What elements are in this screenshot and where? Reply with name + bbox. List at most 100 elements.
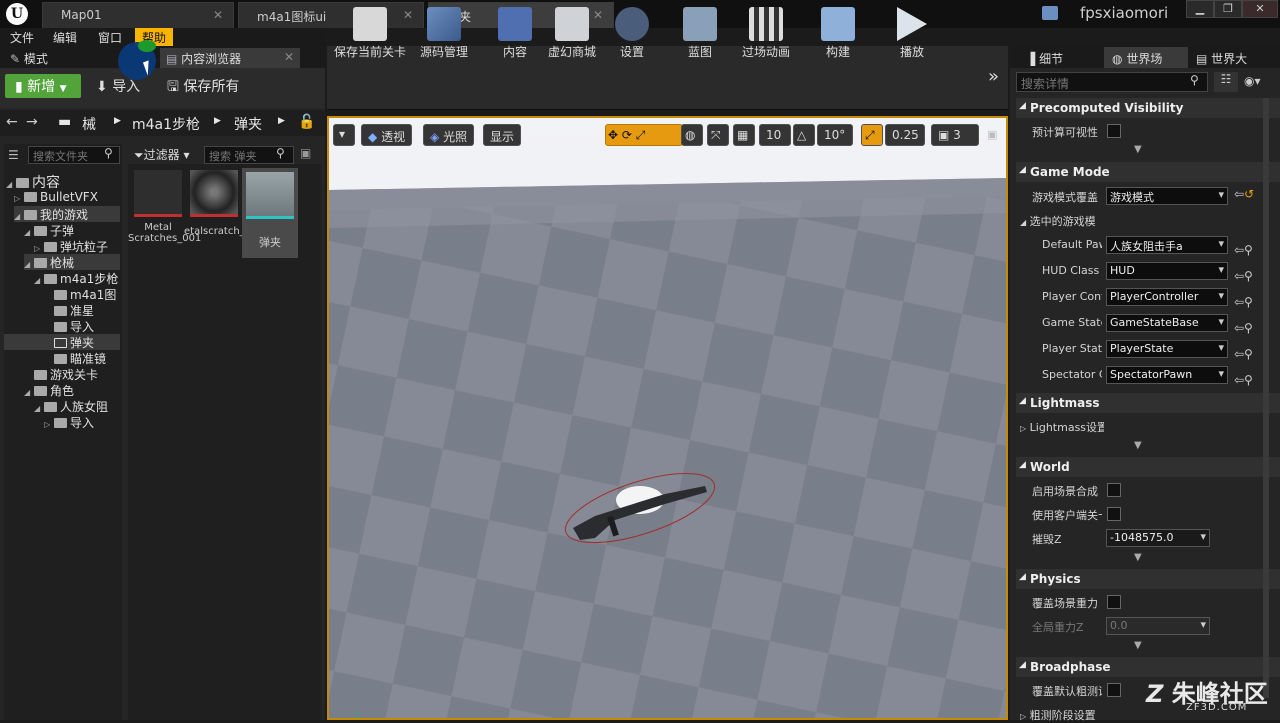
precomputed-vis-checkbox[interactable] (1107, 124, 1121, 138)
play-button[interactable]: 播放 (892, 4, 932, 62)
filters-button[interactable]: ⏷过滤器 ▾ (134, 146, 200, 164)
menu-edit[interactable]: 编辑 (46, 28, 84, 46)
grid-size-value[interactable]: 10 (759, 124, 791, 146)
close-window-icon[interactable]: ✕ (1242, 0, 1278, 18)
tree-node[interactable]: ▷ BulletVFX (14, 190, 98, 206)
asset-tile[interactable]: etalscratch_002 (184, 168, 264, 252)
breadcrumb-item[interactable]: 弹夹 (234, 114, 262, 134)
source-control-button[interactable]: 源码管理 (412, 4, 476, 62)
tree-node[interactable]: 瞄准镜 (44, 350, 106, 366)
save-search-icon[interactable]: ▣ (300, 146, 311, 160)
game-state-dropdown[interactable]: GameStateBase (1106, 314, 1228, 332)
tree-node[interactable]: ▷ 弹坑粒子 (34, 238, 108, 254)
eye-icon[interactable]: ◉▾ (1244, 74, 1261, 88)
asset-tile-selected[interactable]: 弹夹 (242, 168, 298, 258)
tree-node[interactable]: 游戏关卡 (24, 366, 98, 382)
tab-world-outliner[interactable]: ▤ 世界大 (1196, 50, 1247, 67)
rotation-snap-icon[interactable]: △ (793, 124, 815, 146)
scale-snap-icon[interactable]: ⤢ (861, 124, 883, 146)
tree-node[interactable]: ◢ 子弹 (24, 222, 74, 238)
forward-icon[interactable]: → (26, 114, 38, 130)
breadcrumb-item[interactable]: 械 (82, 114, 96, 134)
perspective-button[interactable]: ◆ 透视 (361, 124, 413, 146)
back-icon[interactable]: ← (6, 114, 18, 130)
tab-content-browser[interactable]: ▤ 内容浏览器 ✕ (160, 48, 300, 68)
surface-snap-icon[interactable]: ⤧ (707, 124, 729, 146)
tree-toggle-icon[interactable]: ☰ (8, 148, 19, 162)
show-button[interactable]: 显示 (483, 124, 522, 146)
spectator-dropdown[interactable]: SpectatorPawn (1106, 366, 1228, 384)
level-viewport[interactable]: ▾ ◆ 透视 ◈ 光照 显示 ✥ ⟳ ⤢ ◍ ⤧ ▦ 10 △ 10° ⤢ 0.… (327, 116, 1008, 720)
blueprints-button[interactable]: 蓝图 (680, 4, 720, 62)
view-options-icon[interactable]: ☷ (1214, 72, 1238, 92)
maximize-viewport-icon[interactable]: ▣ (987, 128, 997, 141)
settings-button[interactable]: 设置 (612, 4, 652, 62)
tree-node[interactable]: ◢ m4a1步枪 (34, 270, 118, 286)
lock-icon[interactable]: 🔓 (298, 114, 315, 130)
client-side-checkbox[interactable] (1107, 507, 1121, 521)
search-details-input[interactable]: 搜索详情 (1016, 72, 1208, 92)
source-control-icon[interactable] (1042, 6, 1058, 20)
tree-node[interactable]: ◢ 角色 (24, 382, 74, 398)
selected-gm-label[interactable]: ◢ 选中的游戏模 (1020, 213, 1102, 229)
advanced-expand-icon[interactable]: ▼ (1134, 440, 1142, 451)
menu-window[interactable]: 窗口 (91, 28, 129, 46)
content-button[interactable]: 内容 (492, 4, 538, 62)
tab-map01[interactable]: Map01 ✕ (42, 2, 234, 28)
section-game-mode[interactable]: ◢ Game Mode (1016, 162, 1280, 182)
lit-button[interactable]: ◈ 光照 (423, 124, 475, 146)
tab-details[interactable]: ▐ 细节 (1026, 50, 1063, 67)
grid-snap-icon[interactable]: ▦ (733, 124, 755, 146)
build-button[interactable]: 构建 (818, 4, 858, 62)
tree-node[interactable]: ▷ 导入 (44, 414, 94, 430)
tree-node[interactable]: 导入 (44, 318, 94, 334)
transform-tools[interactable]: ✥ ⟳ ⤢ (605, 124, 683, 146)
add-new-button[interactable]: ▮ 新增 ▼ (5, 74, 81, 98)
tree-node[interactable]: ◢ 人族女阻 (34, 398, 108, 414)
tree-node[interactable]: m4a1图 (44, 286, 116, 302)
tree-node[interactable]: ◢ 枪械 (24, 254, 120, 270)
world-space-icon[interactable]: ◍ (681, 124, 703, 146)
section-world[interactable]: ◢ World (1016, 457, 1280, 477)
save-level-button[interactable]: 保存当前关卡 (332, 4, 408, 62)
default-pawn-dropdown[interactable]: 人族女阻击手a (1106, 236, 1228, 254)
marketplace-button[interactable]: 虚幻商城 (544, 4, 600, 62)
tab-modes[interactable]: ✎ 模式 (10, 50, 48, 70)
advanced-expand-icon[interactable]: ▼ (1134, 640, 1142, 651)
player-controller-dropdown[interactable]: PlayerController (1106, 288, 1228, 306)
section-physics[interactable]: ◢ Physics (1016, 569, 1280, 589)
lightmass-settings-label[interactable]: ▷ Lightmass设置 (1020, 419, 1104, 435)
close-icon[interactable]: ✕ (213, 8, 223, 22)
section-lightmass[interactable]: ◢ Lightmass (1016, 393, 1280, 413)
breadcrumb-item[interactable]: m4a1步枪 (132, 114, 200, 134)
tree-node[interactable]: ◢ 我的游戏 (14, 206, 120, 222)
tab-world-settings[interactable]: ◍ 世界场 (1104, 47, 1188, 68)
gm-override-dropdown[interactable]: 游戏模式 (1106, 187, 1228, 205)
viewport-options-button[interactable]: ▾ (333, 124, 355, 146)
rotation-snap-value[interactable]: 10° (817, 124, 853, 146)
toolbar-overflow-icon[interactable]: » (988, 66, 999, 87)
kill-z-input[interactable]: -1048575.0 (1106, 529, 1210, 547)
minimize-icon[interactable]: ▁ (1186, 0, 1214, 18)
section-precomputed-visibility[interactable]: ◢ Precomputed Visibility (1016, 98, 1280, 118)
save-all-button[interactable]: 🖫 保存所有 (167, 76, 239, 100)
scale-snap-value[interactable]: 0.25 (885, 124, 925, 146)
reset-arrow-icon[interactable]: ⇦↺ (1234, 187, 1254, 201)
hud-class-dropdown[interactable]: HUD (1106, 262, 1228, 280)
tree-node[interactable]: 准星 (44, 302, 94, 318)
reset-browse-icons[interactable]: ⇦⚲ ⇦⚲ ⇦⚲ ⇦⚲ ⇦⚲ ⇦⚲ (1234, 237, 1253, 393)
close-icon[interactable]: ✕ (284, 50, 294, 64)
maximize-icon[interactable]: ❐ (1214, 0, 1242, 18)
advanced-expand-icon[interactable]: ▼ (1134, 552, 1142, 563)
tree-node-selected[interactable]: 弹夹 (4, 334, 120, 350)
enable-composition-checkbox[interactable] (1107, 483, 1121, 497)
weapon-actor[interactable] (555, 458, 725, 558)
tree-node[interactable]: ◢ 内容 (6, 172, 60, 191)
player-state-dropdown[interactable]: PlayerState (1106, 340, 1228, 358)
advanced-expand-icon[interactable]: ▼ (1134, 144, 1142, 155)
details-scrollbar[interactable] (1263, 98, 1269, 698)
override-broadphase-checkbox[interactable] (1107, 683, 1121, 697)
cinematics-button[interactable]: 过场动画 (738, 4, 794, 62)
asset-tile[interactable]: Metal Scratches_001 (128, 168, 201, 252)
menu-file[interactable]: 文件 (3, 28, 41, 46)
